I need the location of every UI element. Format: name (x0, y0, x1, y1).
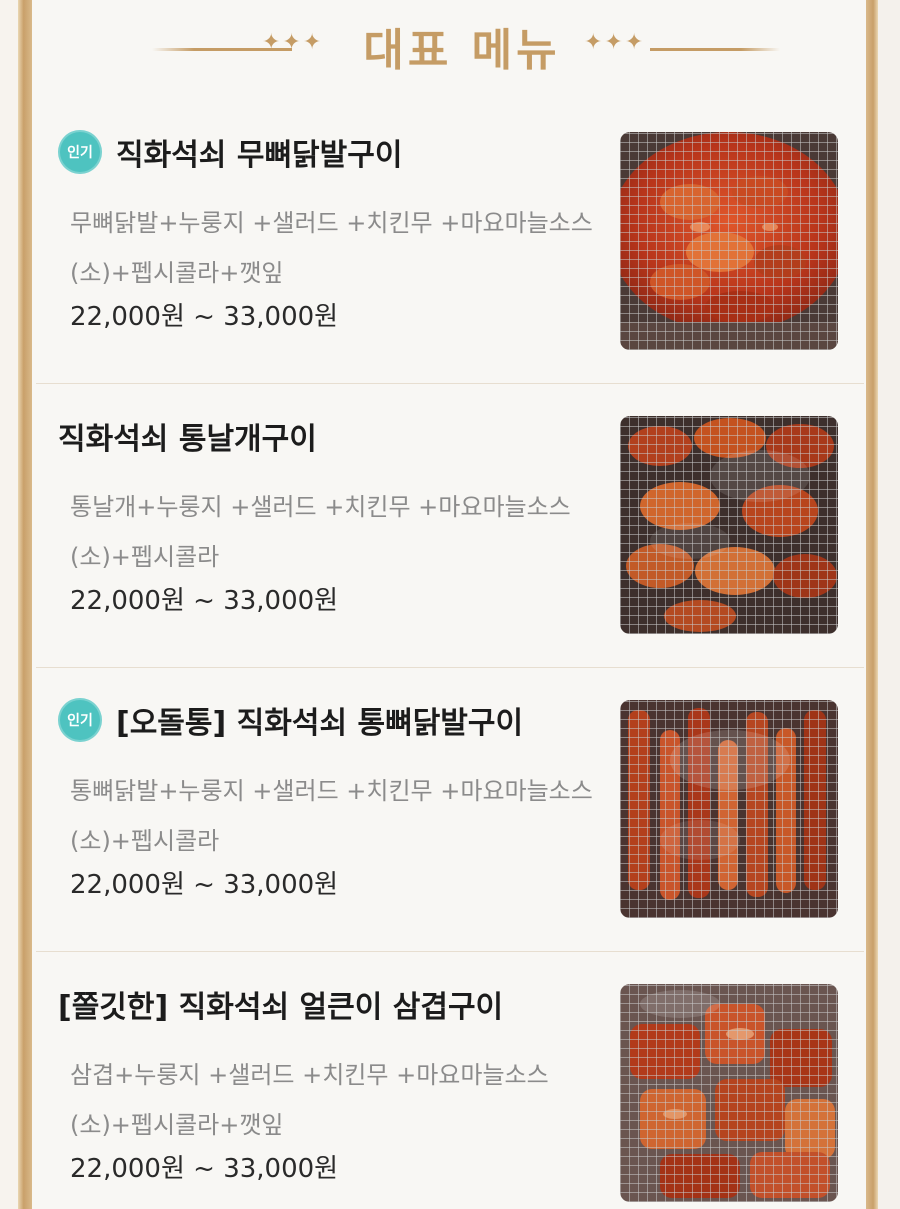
menu-item-name-row: 인기 직화석쇠 무뼈닭발구이 (58, 130, 594, 174)
menu-item-name[interactable]: [오돌통] 직화석쇠 통뼈닭발구이 (116, 698, 523, 742)
menu-item-price: 22,000원 ~ 33,000원 (70, 302, 339, 332)
menu-item-price: 22,000원 ~ 33,000원 (70, 586, 339, 616)
grill-grid-overlay (620, 416, 838, 634)
menu-item-photo[interactable] (620, 416, 838, 634)
menu-list: 인기 직화석쇠 무뼈닭발구이 무뼈닭발+누룽지 +샐러드 +치킨무 +마요마늘소… (36, 100, 864, 1209)
popular-badge: 인기 (58, 130, 102, 174)
menu-item[interactable]: 인기 [오돌통] 직화석쇠 통뼈닭발구이 통뼈닭발+누룽지 +샐러드 +치킨무 … (36, 668, 864, 952)
menu-item[interactable]: [쫄깃한] 직화석쇠 얼큰이 삼겹구이 삼겹+누룽지 +샐러드 +치킨무 +마요… (36, 952, 864, 1209)
menu-item-price: 22,000원 ~ 33,000원 (70, 870, 339, 900)
menu-item-name[interactable]: [쫄깃한] 직화석쇠 얼큰이 삼겹구이 (58, 982, 503, 1026)
menu-item-description: 통날개+누룽지 +샐러드 +치킨무 +마요마늘소스(소)+펩시콜라 (70, 493, 571, 571)
diamond-ornament-right-icon: ✦✦✦ (584, 30, 646, 55)
menu-item-price: 22,000원 ~ 33,000원 (70, 1154, 339, 1184)
grill-grid-overlay (620, 132, 838, 350)
menu-item-name-row: [쫄깃한] 직화석쇠 얼큰이 삼겹구이 (58, 982, 594, 1026)
menu-item-name-row: 인기 [오돌통] 직화석쇠 통뼈닭발구이 (58, 698, 594, 742)
menu-page: ✦✦✦ 대표 메뉴 ✦✦✦ 인기 직화석쇠 무뼈닭발구이 무뼈닭발+누룽지 +샐… (0, 0, 900, 1209)
menu-item-description: 통뼈닭발+누룽지 +샐러드 +치킨무 +마요마늘소스(소)+펩시콜라 (70, 777, 593, 855)
section-header: ✦✦✦ 대표 메뉴 ✦✦✦ (32, 0, 866, 100)
grill-grid-overlay (620, 700, 838, 918)
menu-item-name[interactable]: 직화석쇠 무뼈닭발구이 (116, 130, 402, 174)
gold-frame-right (866, 0, 878, 1209)
menu-item[interactable]: 직화석쇠 통날개구이 통날개+누룽지 +샐러드 +치킨무 +마요마늘소스(소)+… (36, 384, 864, 668)
menu-item-description: 무뼈닭발+누룽지 +샐러드 +치킨무 +마요마늘소스(소)+펩시콜라+깻잎 (70, 209, 593, 287)
menu-item-photo[interactable] (620, 132, 838, 350)
menu-item-photo[interactable] (620, 700, 838, 918)
section-title: 대표 메뉴 (363, 25, 561, 76)
gold-frame-left (18, 0, 32, 1209)
menu-item[interactable]: 인기 직화석쇠 무뼈닭발구이 무뼈닭발+누룽지 +샐러드 +치킨무 +마요마늘소… (36, 100, 864, 384)
page-edge-right (878, 0, 900, 1209)
menu-item-name[interactable]: 직화석쇠 통날개구이 (58, 414, 317, 458)
page-edge-left (0, 0, 18, 1209)
menu-item-description: 삼겹+누룽지 +샐러드 +치킨무 +마요마늘소스(소)+펩시콜라+깻잎 (70, 1061, 549, 1139)
header-line-right (650, 48, 780, 51)
diamond-ornament-left-icon: ✦✦✦ (262, 30, 324, 55)
menu-item-photo[interactable] (620, 984, 838, 1202)
grill-grid-overlay (620, 984, 838, 1202)
popular-badge: 인기 (58, 698, 102, 742)
menu-item-name-row: 직화석쇠 통날개구이 (58, 414, 594, 458)
